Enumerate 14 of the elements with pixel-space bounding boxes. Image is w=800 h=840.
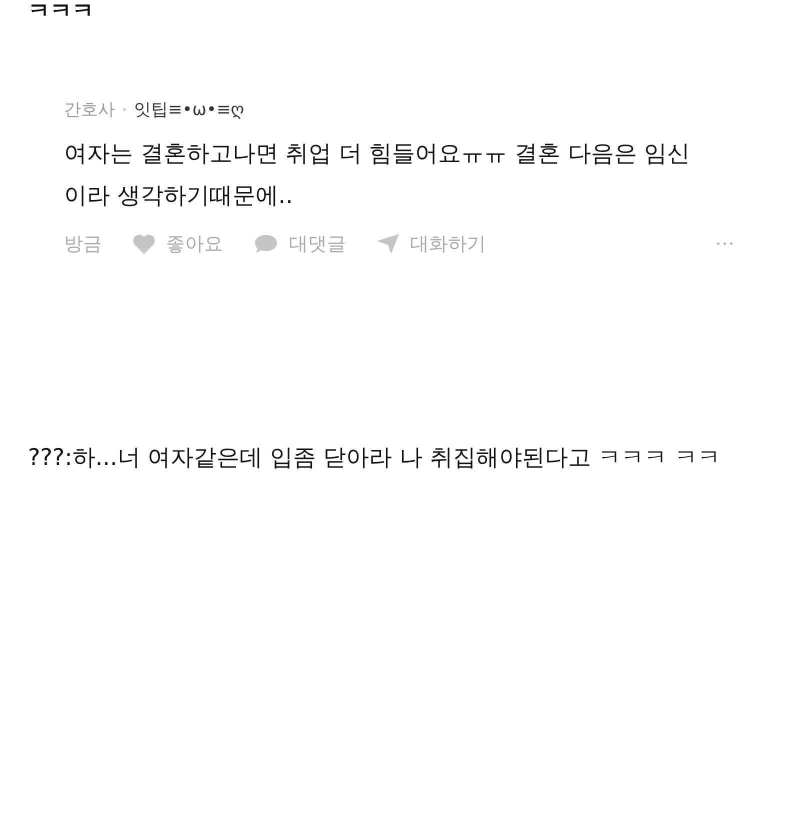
post-text: ㅋㅋㅋ	[27, 0, 95, 24]
comment-time: 방금	[64, 232, 102, 257]
like-button[interactable]: 좋아요	[132, 231, 223, 257]
reply-button[interactable]: 대댓글	[253, 231, 346, 257]
heart-icon	[132, 233, 156, 255]
more-button[interactable]: •••	[716, 238, 736, 250]
author-name[interactable]: 잇팁≡•ω•≡ღ	[134, 98, 244, 121]
speech-bubble-icon	[253, 233, 279, 255]
comment-text: 여자는 결혼하고나면 취업 더 힘들어요ㅠㅠ 결혼 다음은 임신이라 생각하기때문에..	[64, 140, 692, 211]
author-tag: 간호사	[64, 98, 115, 121]
chat-button[interactable]: 대화하기	[376, 231, 486, 257]
separator-dot	[123, 108, 126, 111]
post-text: ???:하...너 여자같은데 입좀 닫아라 나 취집해야된다고 ㅋㅋㅋ ㅋㅋ	[28, 444, 722, 473]
paper-plane-icon	[376, 233, 400, 255]
